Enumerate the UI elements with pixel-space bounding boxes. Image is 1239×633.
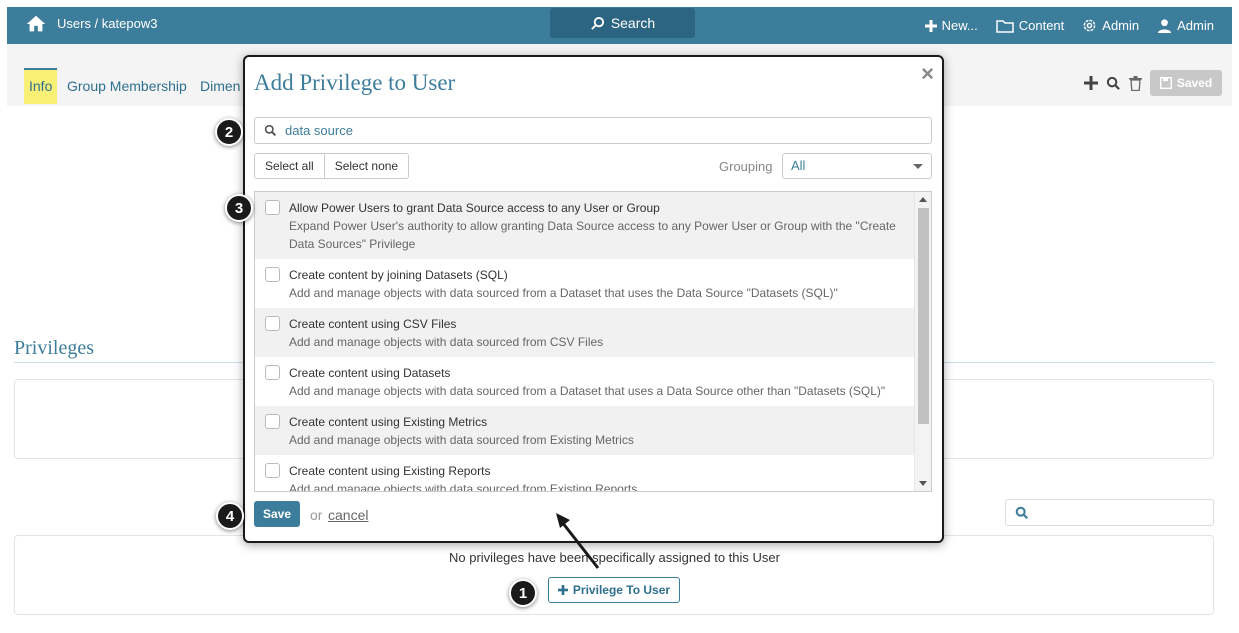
step-1-callout: 1 xyxy=(509,579,537,607)
checkbox[interactable] xyxy=(265,316,280,331)
add-privilege-button[interactable]: Privilege To User xyxy=(548,577,680,603)
list-item[interactable]: Create content using Existing Metrics Ad… xyxy=(255,406,915,455)
plus-icon xyxy=(557,585,568,595)
chevron-down-icon xyxy=(913,164,923,169)
search-label: Search xyxy=(610,15,656,31)
plus-icon xyxy=(924,19,937,32)
scroll-down-icon[interactable] xyxy=(919,481,927,486)
user-icon xyxy=(1158,19,1172,33)
checkbox[interactable] xyxy=(265,200,280,215)
checkbox[interactable] xyxy=(265,463,280,478)
checkbox[interactable] xyxy=(265,267,280,282)
select-all-button[interactable]: Select all xyxy=(255,154,324,178)
checkbox[interactable] xyxy=(265,365,280,380)
cancel-link[interactable]: cancel xyxy=(328,507,368,523)
home-icon[interactable] xyxy=(25,13,47,35)
privileges-search-input[interactable] xyxy=(1005,499,1214,526)
checkbox[interactable] xyxy=(265,414,280,429)
grouping-value: All xyxy=(791,158,806,173)
saved-label: Saved xyxy=(1176,76,1213,90)
save-button[interactable]: Save xyxy=(254,501,300,527)
floppy-icon xyxy=(1159,77,1172,89)
scrollbar-thumb[interactable] xyxy=(918,208,929,424)
list-item[interactable]: Create content using Existing Reports Ad… xyxy=(255,455,915,492)
grouping-select[interactable]: All xyxy=(782,153,932,179)
admin-label: Admin xyxy=(1102,18,1140,33)
or-text: or xyxy=(310,507,323,523)
item-description: Add and manage objects with data sourced… xyxy=(289,482,638,492)
privilege-search-input[interactable]: data source xyxy=(254,117,932,144)
new-label: New... xyxy=(941,18,978,33)
privileges-title: Privileges xyxy=(14,337,94,359)
item-title: Create content using Existing Reports xyxy=(289,464,491,478)
search-icon xyxy=(1015,506,1029,520)
add-privilege-label: Privilege To User xyxy=(572,583,671,597)
add-icon[interactable] xyxy=(1084,76,1098,90)
global-search-button[interactable]: Search xyxy=(550,8,695,38)
item-title: Create content by joining Datasets (SQL) xyxy=(289,268,508,282)
trash-icon[interactable] xyxy=(1129,75,1142,91)
breadcrumb[interactable]: Users / katepow3 xyxy=(57,16,157,31)
privilege-list: Allow Power Users to grant Data Source a… xyxy=(254,191,932,492)
search-icon[interactable] xyxy=(1106,76,1121,91)
new-menu[interactable]: New... xyxy=(924,18,978,33)
search-icon xyxy=(264,124,277,137)
gear-icon xyxy=(1083,19,1096,32)
empty-message: No privileges have been specifically ass… xyxy=(449,550,780,565)
item-description: Add and manage objects with data sourced… xyxy=(289,384,886,398)
user-menu[interactable]: Admin xyxy=(1157,18,1214,33)
close-icon[interactable]: × xyxy=(921,61,934,87)
list-item[interactable]: Allow Power Users to grant Data Source a… xyxy=(255,192,915,259)
content-menu[interactable]: Content xyxy=(995,18,1065,33)
search-icon xyxy=(591,16,604,30)
select-none-button[interactable]: Select none xyxy=(323,154,409,178)
assigned-privileges-panel xyxy=(14,535,1214,615)
list-item[interactable]: Create content using CSV Files Add and m… xyxy=(255,308,915,357)
modal-title: Add Privilege to User xyxy=(254,70,456,95)
admin-menu[interactable]: Admin xyxy=(1082,18,1139,33)
folder-icon xyxy=(995,19,1014,33)
item-title: Allow Power Users to grant Data Source a… xyxy=(289,201,660,215)
tab-group-membership[interactable]: Group Membership xyxy=(67,78,187,94)
tab-info[interactable]: Info xyxy=(24,68,58,104)
list-item[interactable]: Create content by joining Datasets (SQL)… xyxy=(255,259,915,308)
item-description: Add and manage objects with data sourced… xyxy=(289,335,604,349)
item-description: Add and manage objects with data sourced… xyxy=(289,433,634,447)
list-scrollbar[interactable] xyxy=(914,192,931,491)
step-3-callout: 3 xyxy=(225,194,253,222)
list-item[interactable]: Create content using Datasets Add and ma… xyxy=(255,357,915,406)
content-label: Content xyxy=(1018,18,1065,33)
selection-buttons: Select all Select none xyxy=(254,153,410,179)
tab-dimensions[interactable]: Dimen xyxy=(200,78,240,94)
user-label: Admin xyxy=(1177,18,1214,33)
step-4-callout: 4 xyxy=(216,502,244,530)
search-value: data source xyxy=(285,123,353,138)
item-title: Create content using Datasets xyxy=(289,366,451,380)
add-privilege-modal: Add Privilege to User × data source Sele… xyxy=(243,55,944,543)
item-description: Add and manage objects with data sourced… xyxy=(289,286,838,300)
top-bar: Users / katepow3 Search New... Content A… xyxy=(7,7,1232,44)
scroll-up-icon[interactable] xyxy=(919,197,927,202)
item-title: Create content using Existing Metrics xyxy=(289,415,488,429)
grouping-label: Grouping xyxy=(719,159,773,174)
item-description: Expand Power User's authority to allow g… xyxy=(289,219,896,251)
step-2-callout: 2 xyxy=(215,118,243,146)
saved-button[interactable]: Saved xyxy=(1150,70,1222,96)
item-title: Create content using CSV Files xyxy=(289,317,457,331)
